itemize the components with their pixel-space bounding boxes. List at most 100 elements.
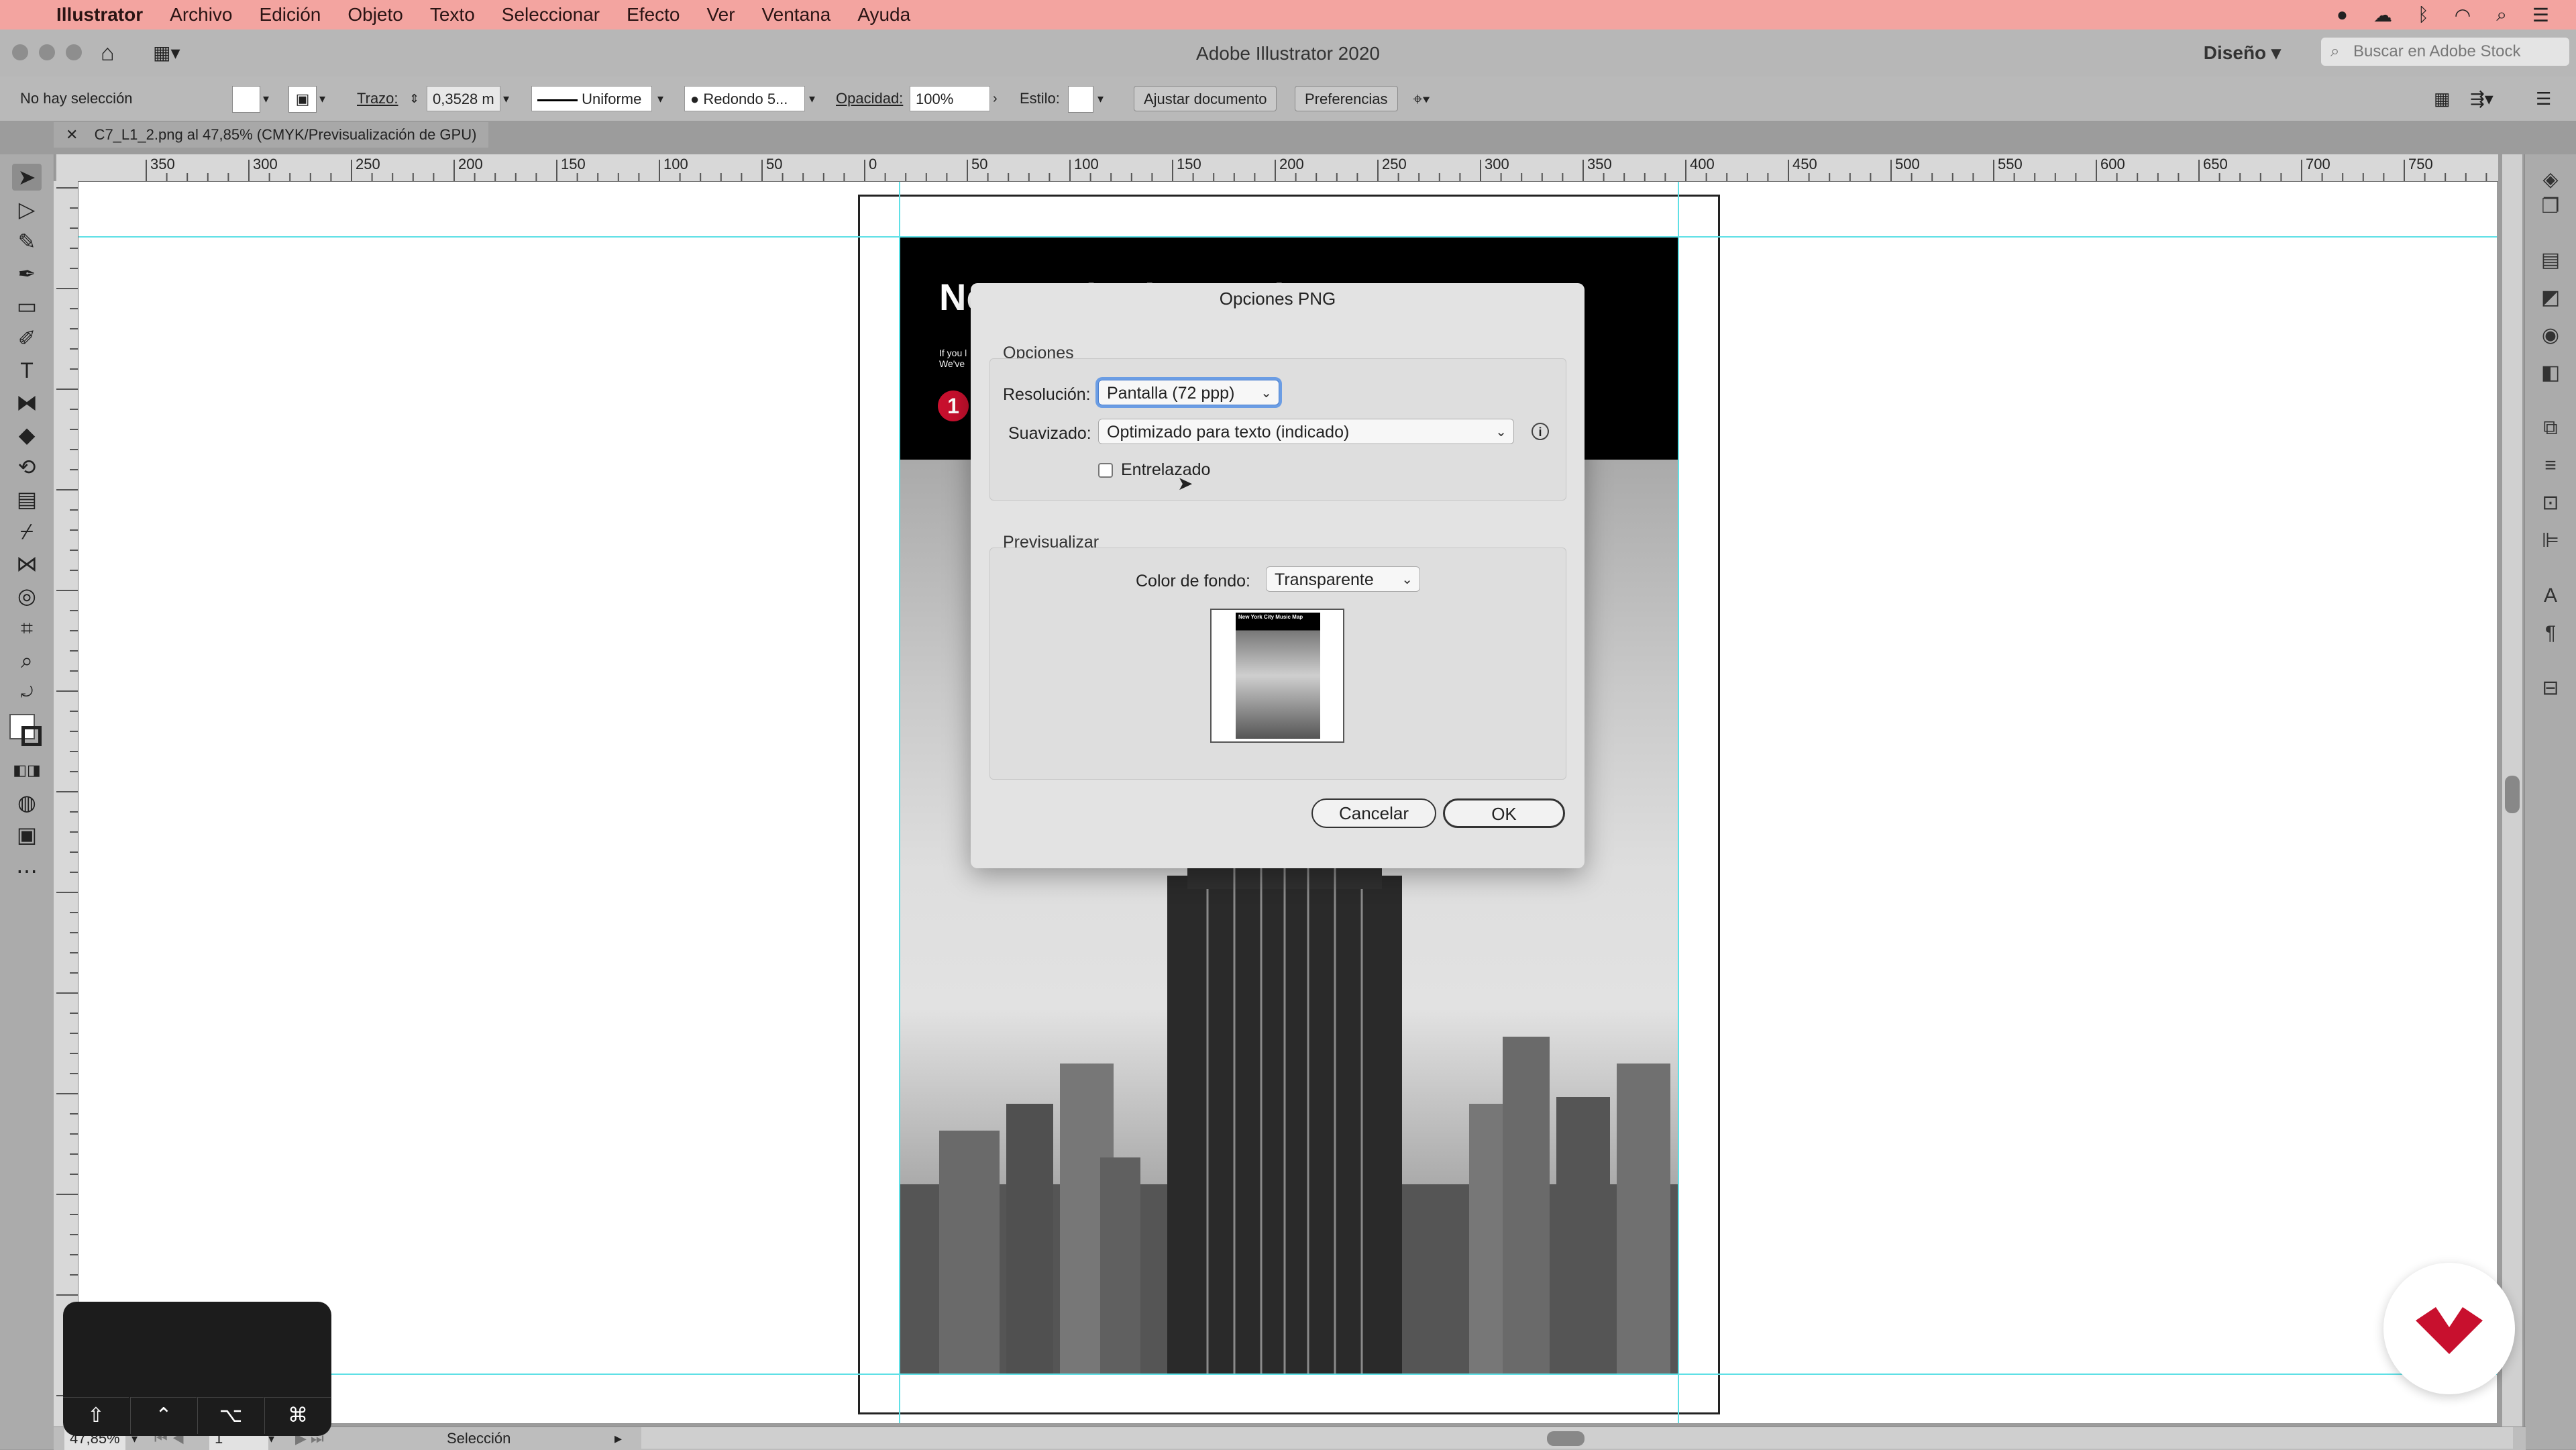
screen-mode-icon[interactable]: ▣ xyxy=(12,821,42,848)
opacity-input[interactable]: 100% xyxy=(910,86,990,111)
swap-fill-stroke-icon[interactable]: ⤾ xyxy=(12,679,42,706)
menu-objeto[interactable]: Objeto xyxy=(347,4,403,25)
opacity-label[interactable]: Opacidad: xyxy=(836,86,903,111)
pathfinder-icon[interactable]: ⧉ xyxy=(2538,416,2563,440)
panel-menu-icon[interactable]: ☰ xyxy=(2536,86,2551,111)
current-tool[interactable]: Selección xyxy=(447,1427,511,1450)
ruler-label: 500 xyxy=(1895,156,1920,172)
menu-edicion[interactable]: Edición xyxy=(260,4,321,25)
info-icon[interactable]: i xyxy=(1532,423,1549,440)
preferences-button[interactable]: Preferencias xyxy=(1295,86,1398,111)
antialias-select[interactable]: Optimizado para texto (indicado) ⌄ xyxy=(1098,419,1514,444)
menu-efecto[interactable]: Efecto xyxy=(627,4,680,25)
chevron-right-icon[interactable]: ▸ xyxy=(614,1427,622,1450)
fit-document-button[interactable]: Ajustar documento xyxy=(1134,86,1277,111)
reflect-tool-icon[interactable]: ⧓ xyxy=(12,389,42,416)
grid-icon[interactable]: ▦ xyxy=(2434,86,2451,111)
bluetooth-icon[interactable]: ᛒ xyxy=(2418,4,2429,25)
eyedropper-tool-icon[interactable]: ⌿ xyxy=(12,518,42,545)
draw-mode-icon[interactable]: ◍ xyxy=(12,789,42,816)
scroll-thumb[interactable] xyxy=(1547,1431,1585,1446)
blend-tool-icon[interactable]: ⋈ xyxy=(12,550,42,577)
scroll-thumb[interactable] xyxy=(2505,776,2520,813)
artboard-tool-icon[interactable]: ⌗ xyxy=(12,615,42,641)
menu-ventana[interactable]: Ventana xyxy=(762,4,831,25)
ok-button[interactable]: OK xyxy=(1443,798,1565,828)
close-icon[interactable]: ✕ xyxy=(66,126,78,143)
chevron-down-icon[interactable]: ▾ xyxy=(657,86,663,111)
brush-definition[interactable]: ● Redondo 5... xyxy=(684,86,805,111)
zoom-tool-icon[interactable]: ⌕ xyxy=(12,647,42,674)
color-icon[interactable]: ◉ xyxy=(2538,323,2563,348)
creative-cloud-icon[interactable]: ☁ xyxy=(2373,4,2392,26)
stroke-label[interactable]: Trazo: xyxy=(357,86,398,111)
shape-builder-tool-icon[interactable]: ◎ xyxy=(12,582,42,609)
document-tab[interactable]: ✕ C7_L1_2.png al 47,85% (CMYK/Previsuali… xyxy=(54,122,489,148)
record-icon[interactable]: ● xyxy=(2337,4,2348,25)
pen-tool-icon[interactable]: ✒ xyxy=(12,260,42,287)
image-subtext-line1: If you l xyxy=(939,348,967,358)
character-icon[interactable]: A xyxy=(2538,584,2563,608)
more-tools-icon[interactable]: ⋯ xyxy=(12,858,42,884)
stroke-color-swatch[interactable] xyxy=(21,726,42,746)
menu-texto[interactable]: Texto xyxy=(430,4,475,25)
guide-horizontal-bottom[interactable] xyxy=(78,1374,2497,1375)
guide-vertical-right[interactable] xyxy=(1678,182,1679,1423)
guide-horizontal-top[interactable] xyxy=(78,236,2497,238)
vertical-scrollbar[interactable] xyxy=(2502,154,2522,1429)
stroke-stepper-icon[interactable]: ⇕ xyxy=(409,86,419,111)
resolution-select[interactable]: Pantalla (72 ppp) ⌄ xyxy=(1098,380,1279,405)
gradient-tool-icon[interactable]: ▤ xyxy=(12,486,42,513)
interlaced-checkbox[interactable] xyxy=(1098,463,1113,478)
paintbrush-tool-icon[interactable]: ✐ xyxy=(12,325,42,352)
properties-icon[interactable]: ⊟ xyxy=(2538,676,2563,701)
interlaced-label[interactable]: Entrelazado xyxy=(1121,460,1210,480)
eraser-tool-icon[interactable]: ◆ xyxy=(12,421,42,448)
libraries-icon[interactable]: ▤ xyxy=(2538,248,2563,272)
menu-archivo[interactable]: Archivo xyxy=(170,4,232,25)
magic-wand-tool-icon[interactable]: ✎ xyxy=(12,228,42,255)
layers-icon[interactable]: ◈ xyxy=(2538,168,2563,192)
line-sample xyxy=(537,99,578,101)
type-tool-icon[interactable]: T xyxy=(12,357,42,384)
menu-ver[interactable]: Ver xyxy=(707,4,735,25)
variable-width-profile[interactable]: Uniforme xyxy=(531,86,652,111)
chevron-right-icon[interactable]: › xyxy=(993,86,998,111)
adobe-stock-search[interactable]: ⌕ Buscar en Adobe Stock xyxy=(2321,38,2569,66)
control-center-icon[interactable]: ☰ xyxy=(2532,4,2549,26)
align-icon[interactable]: ⊫ xyxy=(2538,529,2563,553)
search-icon[interactable]: ⌕ xyxy=(2496,4,2507,26)
chevron-down-icon[interactable]: ▾ xyxy=(1097,86,1104,111)
rectangle-tool-icon[interactable]: ▭ xyxy=(12,293,42,319)
ruler-label: 0 xyxy=(869,156,877,172)
stroke-weight-input[interactable]: 0,3528 m xyxy=(427,86,500,111)
stroke-swatch[interactable]: ▣ xyxy=(288,86,317,113)
puppet-warp-icon[interactable]: ⌖▾ xyxy=(1413,86,1430,111)
guide-vertical-left[interactable] xyxy=(899,182,900,1423)
cancel-button[interactable]: Cancelar xyxy=(1311,798,1436,828)
workspace-switcher[interactable]: Diseño ▾ xyxy=(2204,42,2281,64)
artboards-icon[interactable]: ❐ xyxy=(2538,195,2563,219)
chevron-down-icon[interactable]: ▾ xyxy=(809,86,815,111)
menu-ayuda[interactable]: Ayuda xyxy=(857,4,910,25)
gradient-icon[interactable]: ◧ xyxy=(2538,361,2563,385)
transform-icon[interactable]: ⊡ xyxy=(2538,491,2563,515)
background-color-select[interactable]: Transparente ⌄ xyxy=(1266,566,1420,592)
style-swatch[interactable] xyxy=(1068,86,1093,113)
lasso-tool-icon[interactable]: ⟲ xyxy=(12,454,42,480)
chevron-down-icon[interactable]: ▾ xyxy=(503,86,509,111)
fill-swatch[interactable] xyxy=(232,86,260,113)
paragraph-icon[interactable]: ¶ xyxy=(2538,621,2563,645)
status-icons: ● ☁ ᛒ ◠ ⌕ ☰ xyxy=(2337,0,2549,30)
swatches-icon[interactable]: ◩ xyxy=(2538,286,2563,310)
menu-seleccionar[interactable]: Seleccionar xyxy=(502,4,600,25)
direct-selection-tool-icon[interactable]: ▷ xyxy=(12,196,42,223)
stroke-icon[interactable]: ≡ xyxy=(2538,454,2563,478)
align-icon[interactable]: ⇶▾ xyxy=(2470,86,2493,111)
wifi-icon[interactable]: ◠ xyxy=(2455,4,2471,26)
selection-tool-icon[interactable]: ➤ xyxy=(12,164,42,191)
color-mode-icon[interactable]: ◧◨ xyxy=(12,757,42,784)
chevron-down-icon[interactable]: ▾ xyxy=(263,86,269,111)
chevron-down-icon[interactable]: ▾ xyxy=(319,86,325,111)
menu-illustrator[interactable]: Illustrator xyxy=(56,4,143,25)
